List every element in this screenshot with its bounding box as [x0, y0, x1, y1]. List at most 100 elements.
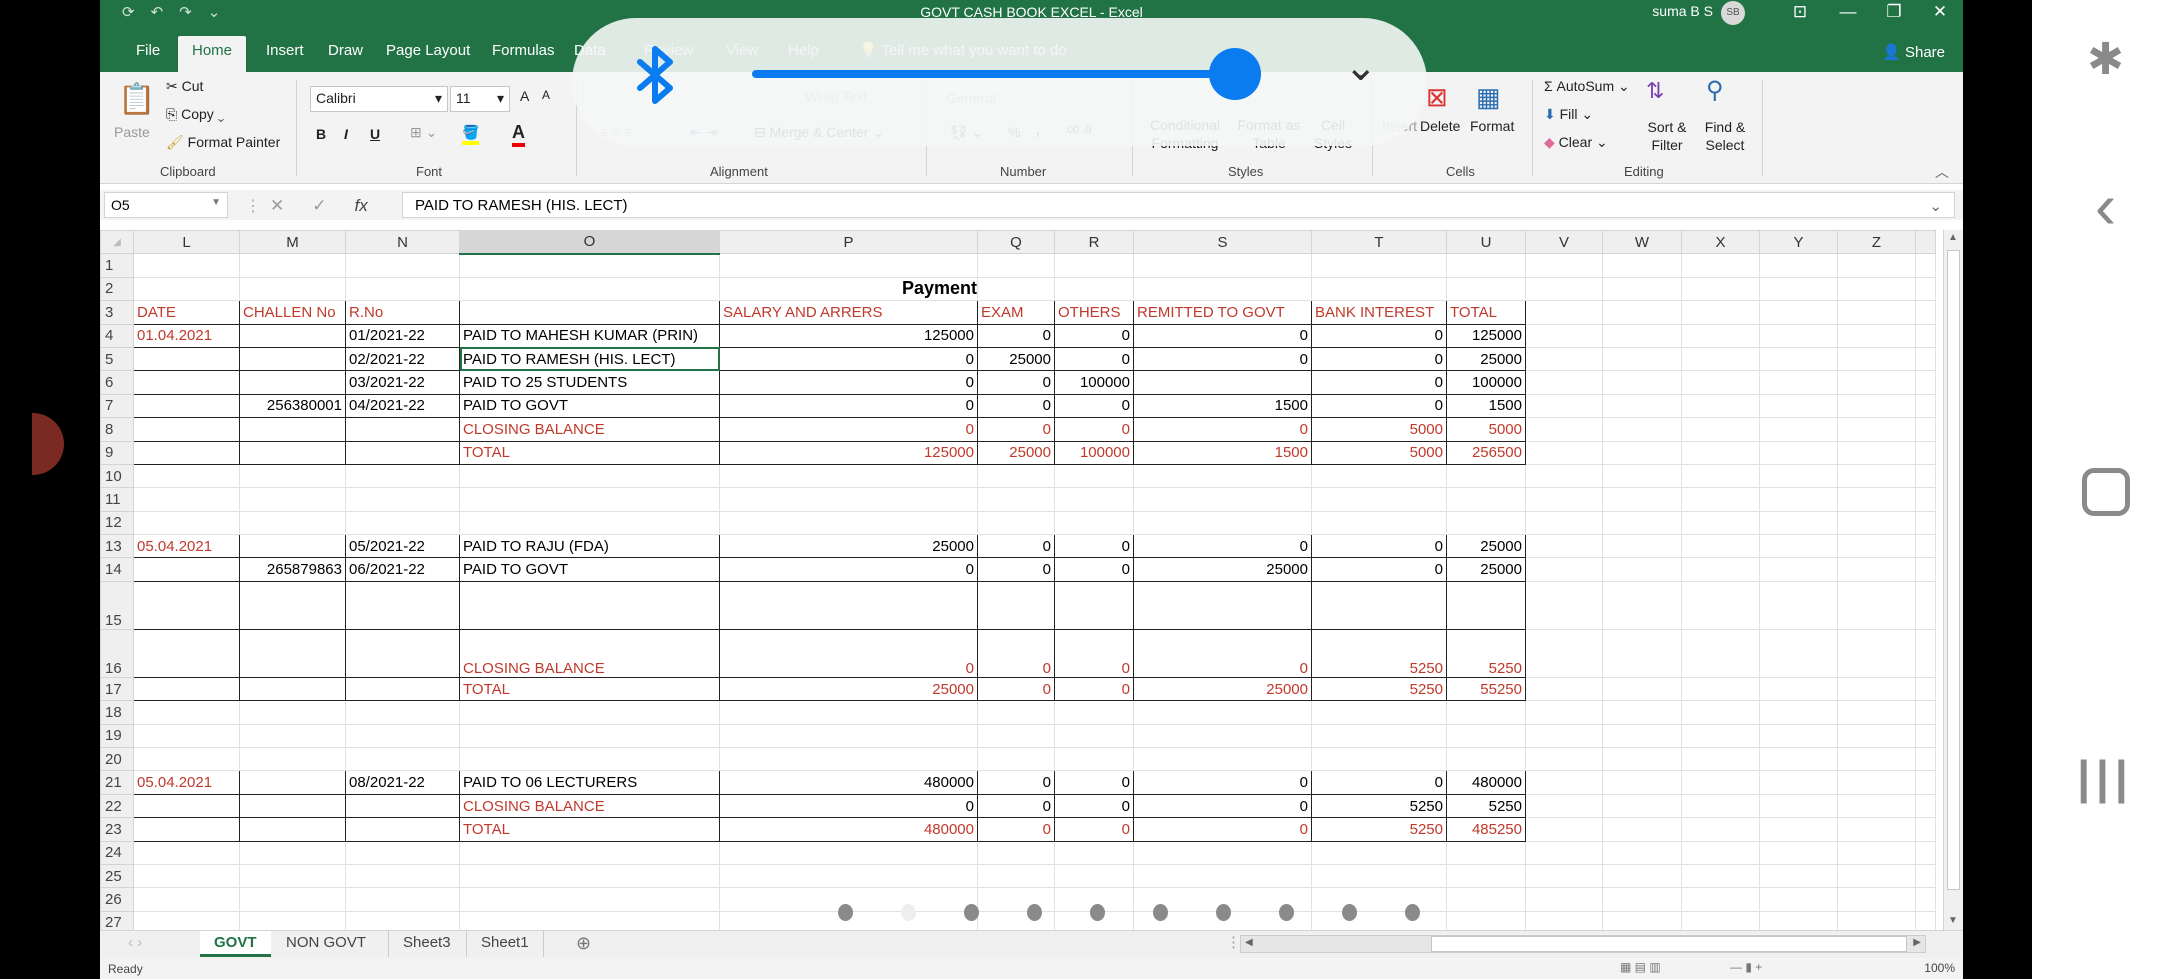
- cell[interactable]: 0: [1133, 534, 1312, 559]
- cell[interactable]: [1054, 276, 1134, 302]
- scroll-right-arrow[interactable]: ▶: [1909, 936, 1925, 949]
- cell[interactable]: [345, 863, 460, 889]
- cell[interactable]: [1446, 580, 1526, 630]
- cell[interactable]: [345, 817, 460, 842]
- cell[interactable]: [1133, 370, 1312, 395]
- cell[interactable]: [133, 887, 240, 912]
- cell[interactable]: [1837, 276, 1916, 302]
- cell[interactable]: [1525, 628, 1603, 678]
- cell[interactable]: [345, 910, 460, 930]
- cell[interactable]: [459, 463, 720, 489]
- cell[interactable]: 25000: [977, 440, 1055, 465]
- cell[interactable]: [1446, 463, 1526, 489]
- cell[interactable]: 0: [1054, 346, 1134, 372]
- cell[interactable]: 0: [1311, 323, 1447, 348]
- cell[interactable]: [1759, 440, 1838, 465]
- cell[interactable]: [1759, 770, 1838, 795]
- expand-chevron-icon[interactable]: ⌄: [1344, 44, 1378, 90]
- cell[interactable]: [1525, 723, 1603, 749]
- cell[interactable]: [1837, 793, 1916, 819]
- cell[interactable]: [1837, 393, 1916, 419]
- cell[interactable]: [1602, 557, 1682, 582]
- column-header-s[interactable]: S: [1133, 230, 1312, 255]
- row-header[interactable]: 12: [100, 510, 134, 536]
- cell[interactable]: 5250: [1446, 628, 1526, 678]
- cell[interactable]: [1681, 700, 1760, 725]
- cell[interactable]: PAID TO MAHESH KUMAR (PRIN): [459, 323, 720, 348]
- collapse-ribbon-icon[interactable]: ︿: [1935, 162, 1949, 182]
- cell[interactable]: [1311, 863, 1447, 889]
- tab-file[interactable]: File: [122, 36, 174, 72]
- row-header[interactable]: 20: [100, 747, 134, 772]
- cell[interactable]: [1602, 300, 1682, 325]
- cell[interactable]: [1133, 723, 1312, 749]
- row-header[interactable]: 6: [100, 370, 134, 395]
- cell[interactable]: [1602, 393, 1682, 419]
- cell[interactable]: [239, 628, 346, 678]
- cell[interactable]: 25000: [719, 676, 978, 702]
- cell[interactable]: [1446, 276, 1526, 302]
- cell[interactable]: 5250: [1311, 817, 1447, 842]
- cell[interactable]: [1759, 840, 1838, 865]
- cell[interactable]: [459, 863, 720, 889]
- cell[interactable]: PAID TO 06 LECTURERS: [459, 770, 720, 795]
- font-name-select[interactable]: Calibri ▾: [310, 86, 448, 112]
- cell[interactable]: [239, 487, 346, 512]
- paste-button[interactable]: Paste: [114, 124, 150, 140]
- cell[interactable]: 5000: [1311, 440, 1447, 465]
- cell[interactable]: TOTAL: [459, 676, 720, 702]
- minimize-button[interactable]: —: [1825, 0, 1871, 26]
- cell[interactable]: [239, 700, 346, 725]
- cell[interactable]: [133, 793, 240, 819]
- underline-button[interactable]: U: [370, 126, 380, 142]
- cell[interactable]: [1837, 840, 1916, 865]
- cell[interactable]: 05/2021-22: [345, 534, 460, 559]
- cell[interactable]: 0: [1311, 370, 1447, 395]
- insert-function-icon[interactable]: fx: [355, 196, 368, 216]
- format-painter-button[interactable]: 🖌 Format Painter: [166, 134, 280, 151]
- cell[interactable]: [459, 723, 720, 749]
- cell[interactable]: [133, 346, 240, 372]
- cell[interactable]: 265879863: [239, 557, 346, 582]
- cell[interactable]: [459, 276, 720, 302]
- sheet-tab-sheet1[interactable]: Sheet1: [466, 931, 544, 957]
- scroll-down-arrow[interactable]: ▼: [1948, 915, 1958, 926]
- cell[interactable]: [1681, 817, 1760, 842]
- cell[interactable]: 1500: [1446, 393, 1526, 419]
- cell[interactable]: [1681, 628, 1760, 678]
- cell[interactable]: 0: [1133, 770, 1312, 795]
- column-header-p[interactable]: P: [719, 230, 978, 255]
- cell[interactable]: [1759, 723, 1838, 749]
- cell[interactable]: 03/2021-22: [345, 370, 460, 395]
- cell[interactable]: [345, 440, 460, 465]
- cell[interactable]: [1837, 440, 1916, 465]
- cell[interactable]: [1837, 770, 1916, 795]
- cell[interactable]: 256500: [1446, 440, 1526, 465]
- cell[interactable]: [1525, 510, 1603, 536]
- cell[interactable]: [1525, 817, 1603, 842]
- cell[interactable]: [133, 747, 240, 772]
- cell[interactable]: [1525, 770, 1603, 795]
- column-header-l[interactable]: L: [133, 230, 240, 255]
- cell[interactable]: [239, 863, 346, 889]
- cell[interactable]: [1311, 580, 1447, 630]
- cell[interactable]: 125000: [719, 440, 978, 465]
- scroll-up-arrow[interactable]: ▲: [1948, 232, 1958, 243]
- cell[interactable]: [1759, 910, 1838, 930]
- cell[interactable]: 0: [1133, 417, 1312, 442]
- cell[interactable]: [1525, 910, 1603, 930]
- cell[interactable]: 55250: [1446, 676, 1526, 702]
- cell[interactable]: [345, 417, 460, 442]
- cell[interactable]: [345, 723, 460, 749]
- cell[interactable]: 480000: [719, 770, 978, 795]
- cell[interactable]: [1602, 793, 1682, 819]
- cell[interactable]: [345, 487, 460, 512]
- cell[interactable]: [1525, 346, 1603, 372]
- add-sheet-button[interactable]: ⊕: [562, 931, 605, 957]
- select-all-corner[interactable]: ◢: [100, 230, 134, 255]
- cell[interactable]: 0: [1311, 346, 1447, 372]
- cell[interactable]: PAID TO 25 STUDENTS: [459, 370, 720, 395]
- cell[interactable]: [1759, 487, 1838, 512]
- cell[interactable]: [1525, 487, 1603, 512]
- sheet-tab-govt[interactable]: GOVT: [200, 931, 271, 957]
